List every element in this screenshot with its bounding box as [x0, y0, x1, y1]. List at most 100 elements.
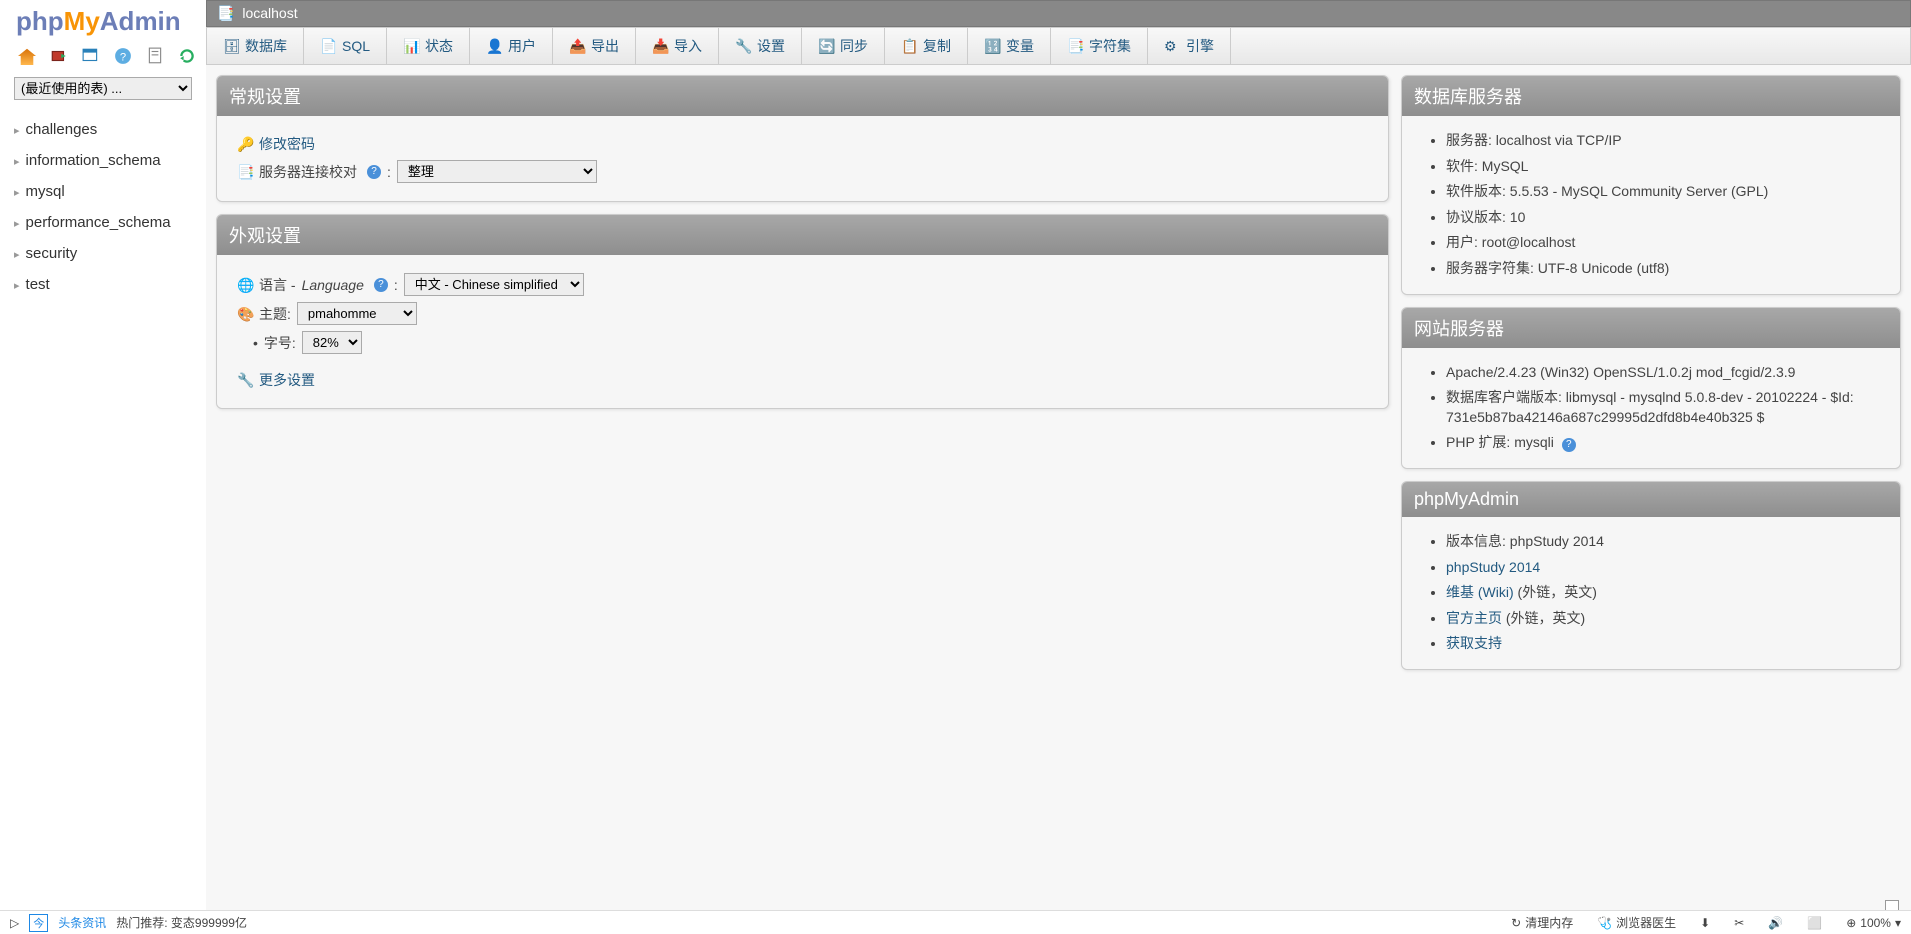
capture-icon[interactable]: ✂	[1734, 916, 1744, 930]
sidebar: phpMyAdmin ? (最近使用的表) ... challenges inf…	[0, 0, 200, 934]
list-item: 软件: MySQL	[1446, 154, 1880, 180]
docs-icon[interactable]: ?	[114, 47, 132, 65]
list-item: 协议版本: 10	[1446, 205, 1880, 231]
zoom-control[interactable]: ⊕ 100% ▾	[1846, 916, 1901, 930]
tab-users[interactable]: 👤用户	[470, 28, 553, 64]
db-item-performance-schema[interactable]: performance_schema	[10, 207, 200, 238]
link-homepage[interactable]: 官方主页	[1446, 610, 1502, 626]
link-support[interactable]: 获取支持	[1446, 635, 1502, 651]
language-select[interactable]: 中文 - Chinese simplified	[404, 273, 584, 296]
general-settings-panel: 常规设置 🔑 修改密码 📑 服务器连接校对 ? : 整理	[216, 75, 1389, 202]
web-server-panel: 网站服务器 Apache/2.4.23 (Win32) OpenSSL/1.0.…	[1401, 307, 1901, 469]
list-item: 软件版本: 5.5.53 - MySQL Community Server (G…	[1446, 179, 1880, 205]
db-item-information-schema[interactable]: information_schema	[10, 145, 200, 176]
list-item: 维基 (Wiki) (外链，英文)	[1446, 580, 1880, 606]
theme-label: 主题:	[259, 304, 291, 324]
back-icon[interactable]: ▷	[10, 916, 19, 930]
tab-replication[interactable]: 📋复制	[885, 28, 968, 64]
tab-export[interactable]: 📤导出	[553, 28, 636, 64]
breadcrumb: 📑 localhost	[206, 0, 1911, 27]
db-server-panel: 数据库服务器 服务器: localhost via TCP/IP 软件: MyS…	[1401, 75, 1901, 295]
variables-icon: 🔢	[984, 38, 1000, 54]
database-icon: 🗄	[223, 38, 239, 54]
server-icon: 📑	[217, 5, 234, 21]
recent-tables-select[interactable]: (最近使用的表) ...	[14, 77, 192, 100]
collation-label: 服务器连接校对	[259, 162, 357, 182]
news-badge-icon: 今	[29, 914, 48, 932]
browser-doctor-button[interactable]: 🩺 浏览器医生	[1597, 914, 1676, 931]
svg-text:?: ?	[120, 52, 126, 64]
reload-icon[interactable]	[178, 47, 196, 65]
db-item-test[interactable]: test	[10, 269, 200, 300]
clear-memory-button[interactable]: ↻ 清理内存	[1511, 914, 1573, 931]
status-icon: 📊	[403, 38, 419, 54]
top-tabs: 🗄数据库 📄SQL 📊状态 👤用户 📤导出 📥导入 🔧设置 🔄同步 📋复制 🔢变…	[206, 27, 1911, 65]
list-item: PHP 扩展: mysqli ?	[1446, 430, 1880, 456]
recent-tables: (最近使用的表) ...	[14, 77, 200, 100]
fontsize-select[interactable]: 82%	[302, 331, 362, 354]
browser-status-bar: ▷ 今 头条资讯 热门推荐: 变态999999亿 ↻ 清理内存 🩺 浏览器医生 …	[0, 910, 1911, 934]
list-item: 服务器字符集: UTF-8 Unicode (utf8)	[1446, 256, 1880, 282]
export-icon: 📤	[569, 38, 585, 54]
tab-databases[interactable]: 🗄数据库	[207, 28, 304, 64]
charsets-icon: 📑	[1067, 38, 1083, 54]
engines-icon: ⚙	[1164, 38, 1180, 54]
theme-select[interactable]: pmahomme	[297, 302, 417, 325]
breadcrumb-host[interactable]: localhost	[242, 5, 297, 21]
sql-docs-icon[interactable]	[146, 47, 164, 65]
db-item-challenges[interactable]: challenges	[10, 114, 200, 145]
home-icon[interactable]	[18, 47, 36, 65]
link-phpstudy[interactable]: phpStudy 2014	[1446, 559, 1540, 575]
appearance-title: 外观设置	[217, 215, 1388, 255]
import-icon: 📥	[652, 38, 668, 54]
collation-select[interactable]: 整理	[397, 160, 597, 183]
phpmyadmin-title: phpMyAdmin	[1402, 482, 1900, 517]
news-link[interactable]: 头条资讯	[58, 914, 106, 931]
help-icon[interactable]: ?	[367, 165, 381, 179]
fontsize-label: 字号:	[264, 333, 296, 353]
help-icon[interactable]: ?	[1562, 438, 1576, 452]
password-icon: 🔑	[237, 136, 253, 152]
list-item: Apache/2.4.23 (Win32) OpenSSL/1.0.2j mod…	[1446, 360, 1880, 386]
volume-icon[interactable]: 🔊	[1768, 916, 1783, 930]
db-server-title: 数据库服务器	[1402, 76, 1900, 116]
wrench-icon: 🔧	[237, 372, 253, 388]
db-item-mysql[interactable]: mysql	[10, 176, 200, 207]
list-item: 获取支持	[1446, 631, 1880, 657]
tab-variables[interactable]: 🔢变量	[968, 28, 1051, 64]
tab-sync[interactable]: 🔄同步	[802, 28, 885, 64]
more-settings-link[interactable]: 更多设置	[259, 370, 315, 390]
tab-engines[interactable]: ⚙引擎	[1148, 28, 1231, 64]
settings-icon: 🔧	[735, 38, 751, 54]
phpmyadmin-logo[interactable]: phpMyAdmin	[16, 6, 200, 37]
logo-php: php	[16, 6, 64, 36]
list-item: 服务器: localhost via TCP/IP	[1446, 128, 1880, 154]
query-window-icon[interactable]	[82, 47, 100, 65]
general-settings-title: 常规设置	[217, 76, 1388, 116]
db-item-security[interactable]: security	[10, 238, 200, 269]
change-password-link[interactable]: 修改密码	[259, 134, 315, 154]
list-item: phpStudy 2014	[1446, 555, 1880, 581]
tab-sql[interactable]: 📄SQL	[304, 28, 387, 64]
help-icon[interactable]: ?	[374, 278, 388, 292]
logout-icon[interactable]	[50, 47, 68, 65]
main-area: 📑 localhost 🗄数据库 📄SQL 📊状态 👤用户 📤导出 📥导入 🔧设…	[206, 0, 1911, 934]
web-server-list: Apache/2.4.23 (Win32) OpenSSL/1.0.2j mod…	[1422, 360, 1880, 456]
language-icon: 🌐	[237, 277, 253, 293]
hot-recommend[interactable]: 热门推荐: 变态999999亿	[116, 914, 247, 931]
list-item: 用户: root@localhost	[1446, 230, 1880, 256]
link-wiki[interactable]: 维基 (Wiki)	[1446, 584, 1514, 600]
db-server-list: 服务器: localhost via TCP/IP 软件: MySQL 软件版本…	[1422, 128, 1880, 282]
tab-status[interactable]: 📊状态	[387, 28, 470, 64]
language-label: 语言 -	[259, 275, 296, 295]
database-list: challenges information_schema mysql perf…	[4, 114, 200, 300]
tab-charsets[interactable]: 📑字符集	[1051, 28, 1148, 64]
web-server-title: 网站服务器	[1402, 308, 1900, 348]
logo-my: My	[64, 6, 100, 36]
tab-settings[interactable]: 🔧设置	[719, 28, 802, 64]
restore-icon[interactable]: ⬜	[1807, 916, 1822, 930]
logo-admin: Admin	[100, 6, 181, 36]
tab-import[interactable]: 📥导入	[636, 28, 719, 64]
language-label-en: Language	[302, 277, 364, 293]
download-icon[interactable]: ⬇	[1700, 916, 1710, 930]
